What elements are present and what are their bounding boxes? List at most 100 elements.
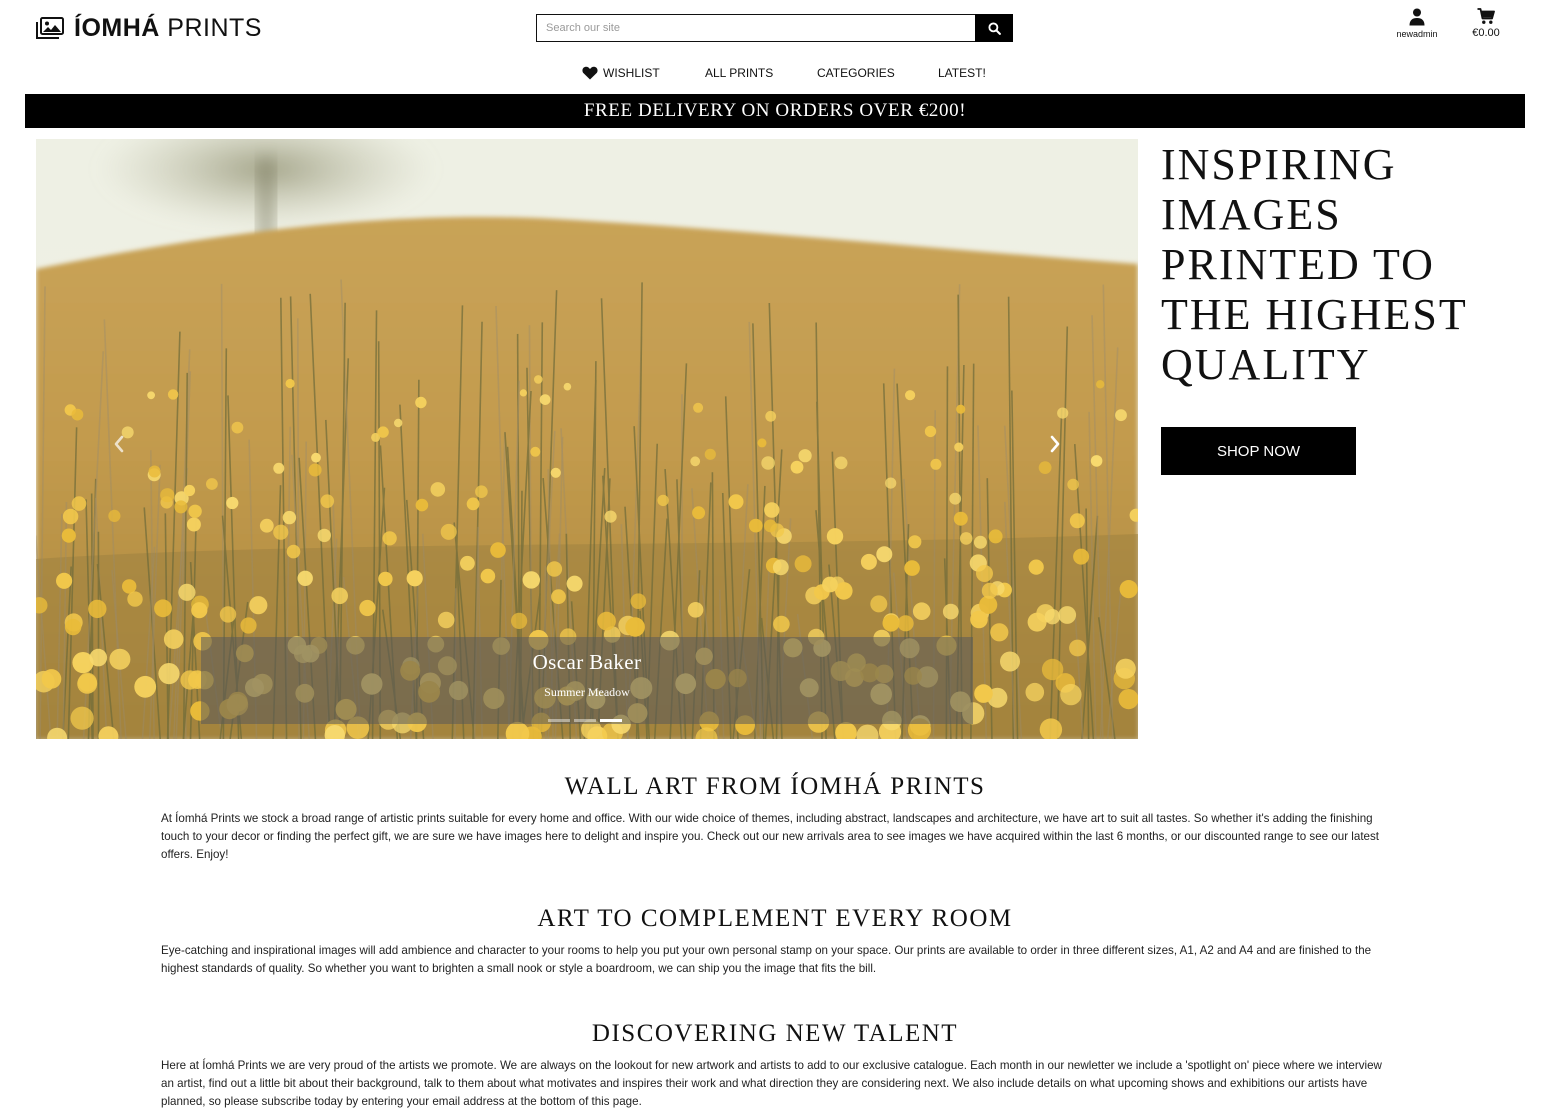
buttercup-flower	[551, 589, 566, 605]
brand-name: ÍOMHÁ PRINTS	[74, 14, 262, 42]
images-icon	[36, 17, 64, 39]
search-input[interactable]	[536, 14, 975, 42]
heart-icon	[582, 66, 598, 80]
buttercup-flower	[160, 488, 175, 503]
buttercup-flower	[174, 500, 188, 514]
buttercup-flower	[974, 684, 993, 703]
section-body: Here at Íomhá Prints we are very proud o…	[161, 1059, 1382, 1108]
account-label: newadmin	[1396, 29, 1438, 39]
nav-all-prints[interactable]: ALL PRINTS	[705, 63, 773, 83]
shop-now-button[interactable]: SHOP NOW	[1161, 427, 1356, 475]
search-icon	[987, 21, 1001, 35]
buttercup-flower	[134, 675, 157, 698]
slide-caption: Oscar Baker Summer Meadow	[201, 637, 973, 724]
buttercup-flower	[704, 448, 716, 460]
user-icon	[1409, 8, 1425, 26]
buttercup-flower	[183, 484, 196, 497]
buttercup-flower	[826, 528, 844, 545]
buttercup-flower	[1041, 658, 1064, 681]
carousel-indicators	[548, 719, 622, 722]
cart-link[interactable]: €0.00	[1462, 8, 1510, 39]
buttercup-flower	[311, 452, 321, 463]
cart-icon	[1477, 8, 1495, 24]
nav-latest[interactable]: LATEST!	[938, 63, 986, 83]
carousel-indicator-3[interactable]	[600, 719, 622, 722]
buttercup-flower	[1025, 682, 1045, 702]
carousel-next-button[interactable]	[1040, 429, 1070, 459]
buttercup-flower	[62, 508, 79, 525]
account-link[interactable]: newadmin	[1388, 8, 1446, 39]
buttercup-flower	[127, 591, 143, 607]
buttercup-flower	[953, 511, 968, 526]
section-body: Eye-catching and inspirational images wi…	[161, 944, 1372, 975]
buttercup-flower	[394, 418, 403, 428]
carousel-prev-button[interactable]	[104, 429, 134, 459]
buttercup-flower	[798, 449, 812, 463]
buttercup-flower	[466, 497, 480, 511]
buttercup-flower	[406, 570, 423, 587]
buttercup-flower	[924, 425, 937, 438]
buttercup-flower	[1073, 548, 1090, 565]
buttercup-flower	[1119, 580, 1138, 599]
buttercup-flower	[56, 572, 73, 589]
buttercup-flower	[954, 442, 964, 452]
buttercup-flower	[534, 375, 543, 384]
buttercup-flower	[764, 502, 780, 518]
buttercup-flower	[382, 531, 397, 546]
delivery-banner-text: FREE DELIVERY ON ORDERS OVER €200!	[583, 100, 967, 121]
buttercup-flower	[158, 663, 180, 685]
buttercup-flower	[440, 523, 457, 540]
buttercup-flower	[981, 582, 998, 599]
chevron-left-icon	[114, 435, 124, 453]
buttercup-flower	[990, 623, 1009, 642]
buttercup-flower	[178, 583, 196, 601]
buttercup-flower	[188, 504, 202, 518]
carousel-indicator-2[interactable]	[574, 719, 596, 722]
buttercup-flower	[519, 389, 527, 397]
chevron-right-icon	[1050, 435, 1060, 453]
buttercup-flower	[765, 410, 777, 422]
buttercup-flower	[437, 611, 455, 629]
brand-name-part2-text: PRINTS	[167, 14, 262, 42]
buttercup-flower	[273, 462, 285, 474]
buttercup-flower	[882, 614, 900, 632]
buttercup-flower	[1115, 409, 1127, 422]
buttercup-flower	[692, 506, 706, 520]
nav-categories-label: CATEGORIES	[817, 66, 895, 80]
buttercup-flower	[772, 559, 789, 576]
buttercup-flower	[885, 477, 897, 489]
buttercup-flower	[970, 610, 988, 629]
hero-carousel[interactable]: Oscar Baker Summer Meadow	[36, 139, 1138, 739]
buttercup-flower	[378, 571, 393, 587]
buttercup-flower	[109, 648, 131, 670]
buttercup-flower	[154, 599, 172, 618]
buttercup-flower	[530, 446, 541, 457]
carousel-indicator-1[interactable]	[548, 719, 570, 722]
nav-categories[interactable]: CATEGORIES	[817, 63, 895, 83]
buttercup-flower	[604, 510, 617, 523]
buttercup-flower	[976, 565, 993, 582]
buttercup-flower	[259, 518, 274, 533]
site-logo[interactable]: ÍOMHÁ PRINTS	[36, 14, 262, 42]
buttercup-flower	[331, 587, 349, 605]
buttercup-flower	[320, 494, 335, 509]
section-new-talent: DISCOVERING NEW TALENT Here at Íomhá Pri…	[161, 1020, 1389, 1111]
buttercup-flower	[219, 606, 237, 623]
buttercup-flower	[912, 602, 931, 620]
buttercup-flower	[860, 553, 877, 570]
buttercup-flower	[949, 492, 962, 505]
buttercup-flower	[1115, 658, 1136, 679]
buttercup-flower	[757, 438, 767, 448]
buttercup-flower	[41, 669, 62, 689]
buttercup-flower	[905, 390, 916, 401]
search-button[interactable]	[975, 14, 1013, 42]
buttercup-flower	[630, 593, 647, 609]
buttercup-flower	[988, 529, 1003, 544]
buttercup-flower	[773, 615, 790, 633]
nav-wishlist[interactable]: WISHLIST	[582, 63, 660, 83]
buttercup-flower	[566, 575, 583, 592]
buttercup-flower	[1060, 683, 1082, 706]
buttercup-flower	[764, 519, 777, 533]
buttercup-flower	[186, 517, 201, 532]
buttercup-flower	[206, 478, 218, 490]
